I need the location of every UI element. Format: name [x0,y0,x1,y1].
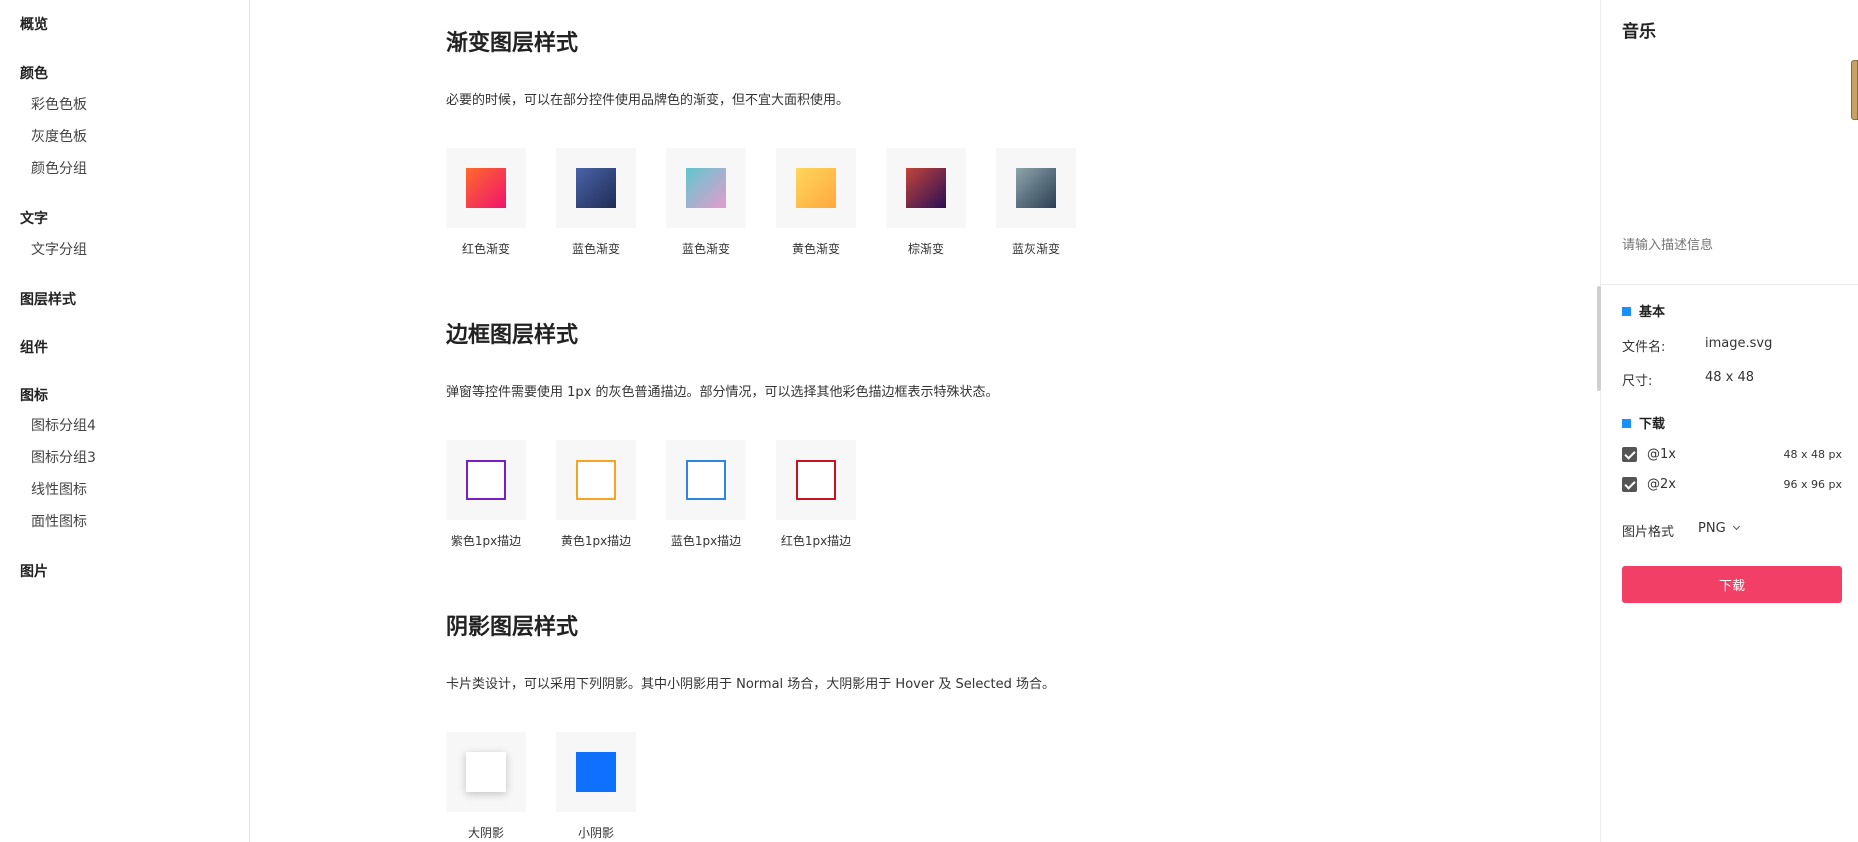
swatch-label: 红色渐变 [461,242,510,256]
section-desc-shadow: 卡片类设计，可以采用下列阴影。其中小阴影用于 Normal 场合，大阴影用于 H… [446,677,1055,692]
gradient-swatch-blue-gray[interactable] [996,148,1076,228]
main-content: 渐变图层样式 必要的时候，可以在部分控件使用品牌色的渐变，但不宜大面积使用。 红… [250,0,1600,842]
nav-item-icon-group-4[interactable]: 图标分组4 [31,415,96,435]
border-swatch-yellow[interactable] [556,440,636,520]
gradient-swatch-fill [796,168,836,208]
border-swatch-blue[interactable] [666,440,746,520]
option-1x-size: 48 x 48 px [1783,448,1843,461]
nav-group-text[interactable]: 文字 [20,208,48,228]
section-title-gradient: 渐变图层样式 [446,31,579,56]
shadow-swatch-box [466,752,506,792]
format-select[interactable]: PNG [1698,521,1740,536]
format-value: PNG [1698,521,1726,536]
size-value: 48 x 48 [1705,370,1755,385]
section-title-shadow: 阴影图层样式 [446,615,579,640]
swatch-label: 棕渐变 [907,242,944,256]
border-swatch-box [686,460,726,500]
swatch-label: 黄色1px描边 [560,534,632,548]
filename-value: image.svg [1705,336,1773,351]
swatch-label: 蓝色渐变 [571,242,620,256]
nav-group-components[interactable]: 组件 [20,337,48,357]
description-input[interactable] [1622,238,1822,253]
gradient-swatch-brown[interactable] [886,148,966,228]
border-swatch-box [576,460,616,500]
section-desc-border: 弹窗等控件需要使用 1px 的灰色普通描边。部分情况，可以选择其他彩色描边框表示… [446,385,999,400]
option-2x-size: 96 x 96 px [1783,478,1843,491]
nav-item-color-groups[interactable]: 颜色分组 [31,158,87,178]
nav-item-text-groups[interactable]: 文字分组 [31,239,87,259]
gradient-swatch-teal-pink[interactable] [666,148,746,228]
shadow-swatch-large[interactable] [446,732,526,812]
download-button[interactable]: 下载 [1622,566,1842,603]
panel-scroll-handle[interactable] [1851,60,1858,120]
nav-group-layer-styles[interactable]: 图层样式 [20,289,76,309]
swatch-label: 蓝灰渐变 [1011,242,1060,256]
border-swatch-red[interactable] [776,440,856,520]
option-1x-label: @1x [1647,447,1676,462]
basic-section-heading: 基本 [1622,301,1665,320]
swatch-label: 紫色1px描边 [450,534,522,548]
sidebar-nav: 概览 颜色 彩色色板 灰度色板 颜色分组 文字 文字分组 图层样式 组件 图标 … [0,0,250,842]
chevron-down-icon [1732,522,1740,531]
swatch-label: 红色1px描边 [780,534,852,548]
nav-item-line-icons[interactable]: 线性图标 [31,479,87,499]
border-swatch-box [796,460,836,500]
download-heading-label: 下载 [1639,417,1666,432]
gradient-swatch-fill [576,168,616,208]
shadow-swatch-small[interactable] [556,732,636,812]
size-key: 尺寸: [1622,374,1653,389]
option-2x-label: @2x [1647,477,1676,492]
gradient-swatch-blue[interactable] [556,148,636,228]
format-key: 图片格式 [1622,525,1675,540]
section-marker-icon [1622,307,1631,316]
gradient-swatch-fill [466,168,506,208]
gradient-swatch-fill [1016,168,1056,208]
swatch-label: 蓝色1px描边 [670,534,742,548]
nav-group-images[interactable]: 图片 [20,561,48,581]
border-swatch-purple[interactable] [446,440,526,520]
border-swatch-box [466,460,506,500]
section-desc-gradient: 必要的时候，可以在部分控件使用品牌色的渐变，但不宜大面积使用。 [446,93,850,108]
gradient-swatch-red[interactable] [446,148,526,228]
nav-item-gray-palette[interactable]: 灰度色板 [31,126,87,146]
panel-title: 音乐 [1622,22,1656,42]
nav-item-filled-icons[interactable]: 面性图标 [31,511,87,531]
gradient-swatch-fill [686,168,726,208]
swatch-label: 小阴影 [577,826,614,840]
basic-heading-label: 基本 [1639,305,1666,320]
shadow-swatch-box [576,752,616,792]
checkbox-2x[interactable] [1622,477,1637,492]
gradient-swatch-fill [906,168,946,208]
panel-divider [1601,284,1858,285]
section-title-border: 边框图层样式 [446,323,579,348]
gradient-swatch-yellow[interactable] [776,148,856,228]
nav-item-icon-group-3[interactable]: 图标分组3 [31,447,96,467]
panel-scrollbar[interactable] [1597,286,1601,391]
download-section-heading: 下载 [1622,413,1665,432]
checkbox-1x[interactable] [1622,447,1637,462]
nav-group-overview[interactable]: 概览 [20,14,48,34]
swatch-label: 蓝色渐变 [681,242,730,256]
nav-item-color-palette[interactable]: 彩色色板 [31,94,87,114]
nav-group-icons[interactable]: 图标 [20,385,48,405]
nav-group-colors[interactable]: 颜色 [20,63,48,83]
swatch-label: 黄色渐变 [791,242,840,256]
filename-key: 文件名: [1622,340,1666,355]
section-marker-icon [1622,419,1631,428]
detail-panel: 音乐 基本 文件名: image.svg 尺寸: 48 x 48 下载 @1x … [1597,0,1858,842]
swatch-label: 大阴影 [467,826,504,840]
